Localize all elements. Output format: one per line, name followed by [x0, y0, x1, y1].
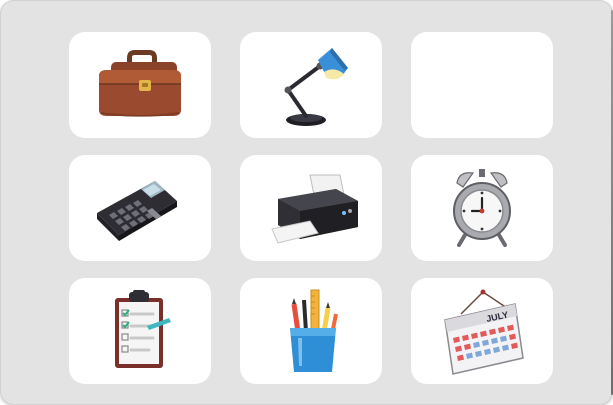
wall-calendar-icon: JULY [444, 289, 524, 375]
tile-calculator[interactable] [69, 155, 211, 261]
pencil-cup-icon [290, 289, 338, 372]
alarm-clock-icon [453, 169, 511, 247]
tile-printer[interactable] [240, 155, 382, 261]
briefcase-icon [99, 50, 181, 117]
tile-empty[interactable] [411, 32, 553, 138]
tile-wall-calendar[interactable]: JULY [411, 278, 553, 384]
tile-briefcase[interactable] [69, 32, 211, 138]
game-board: JULY [0, 0, 613, 405]
tile-alarm-clock[interactable] [411, 155, 553, 261]
tile-pencil-cup[interactable] [240, 278, 382, 384]
clipboard-icon [115, 290, 171, 368]
tile-desk-lamp[interactable] [240, 32, 382, 138]
printer-icon [271, 174, 358, 244]
calculator-icon [97, 181, 177, 241]
tile-clipboard[interactable] [69, 278, 211, 384]
desk-lamp-icon [284, 48, 348, 126]
